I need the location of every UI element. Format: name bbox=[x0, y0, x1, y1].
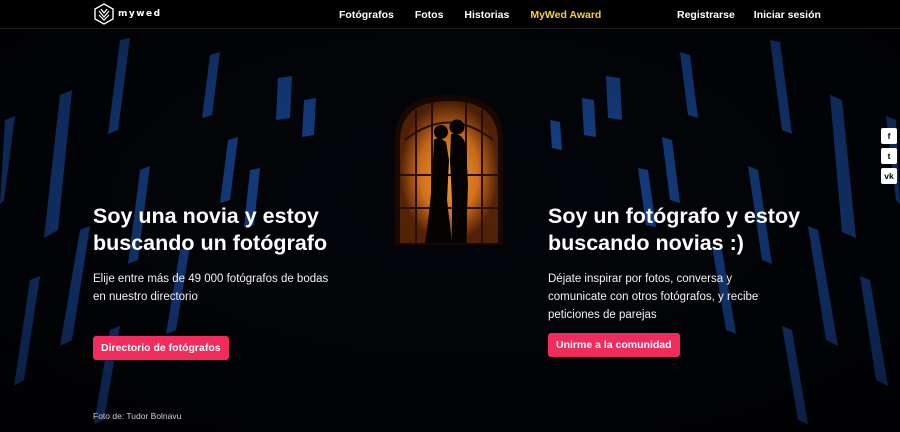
bride-description: Elije entre más de 49 000 fotógrafos de … bbox=[93, 273, 329, 303]
photographers-directory-button[interactable]: Directorio de fotógrafos bbox=[93, 336, 229, 360]
bride-section: Soy una novia y estoy buscando un fotógr… bbox=[93, 203, 393, 306]
vk-icon[interactable]: vk bbox=[881, 168, 897, 184]
logo-text: mywed bbox=[118, 9, 162, 19]
logo-emblem-icon bbox=[94, 3, 114, 25]
social-share-bar: f t vk bbox=[881, 128, 897, 188]
top-navigation-bar: mywed Fotógrafos Fotos Historias MyWed A… bbox=[0, 0, 900, 29]
facebook-icon[interactable]: f bbox=[881, 128, 897, 144]
twitter-icon[interactable]: t bbox=[881, 148, 897, 164]
login-link[interactable]: Iniciar sesión bbox=[754, 9, 821, 21]
register-link[interactable]: Registrarse bbox=[677, 9, 735, 21]
mywed-logo[interactable]: mywed bbox=[93, 3, 162, 25]
photographer-section: Soy un fotógrafo y estoy buscando novias… bbox=[548, 203, 848, 324]
nav-link-mywed-award[interactable]: MyWed Award bbox=[530, 9, 601, 21]
nav-link-fotos[interactable]: Fotos bbox=[415, 9, 444, 21]
photographer-heading: Soy un fotógrafo y estoy buscando novias… bbox=[548, 204, 801, 255]
nav-link-historias[interactable]: Historias bbox=[464, 9, 509, 21]
join-community-button[interactable]: Unirme a la comunidad bbox=[548, 333, 680, 357]
photo-credit: Foto de: Tudor Bolnavu bbox=[93, 411, 182, 421]
account-nav: Registrarse Iniciar sesión bbox=[677, 0, 840, 29]
bride-heading: Soy una novia y estoy buscando un fotógr… bbox=[93, 204, 328, 255]
main-nav: Fotógrafos Fotos Historias MyWed Award bbox=[339, 0, 622, 29]
nav-link-fotografos[interactable]: Fotógrafos bbox=[339, 9, 394, 21]
photographer-description: Déjate inspirar por fotos, conversa y co… bbox=[548, 273, 759, 321]
